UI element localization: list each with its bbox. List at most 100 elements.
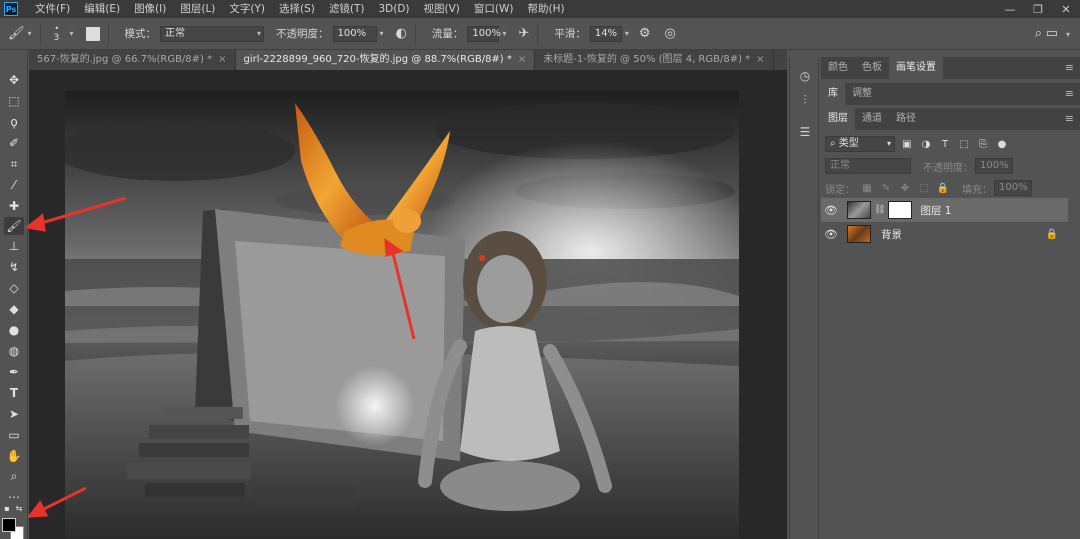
document-canvas[interactable] <box>65 91 739 539</box>
close-icon[interactable]: × <box>756 54 764 65</box>
tab-document-2[interactable]: girl-2228899_960_720-恢复的.jpg @ 88.7%(RGB… <box>235 50 536 70</box>
menu-filter[interactable]: 滤镜(T) <box>322 0 372 18</box>
menu-help[interactable]: 帮助(H) <box>521 0 572 18</box>
tab-swatches[interactable]: 色板 <box>855 57 889 79</box>
menu-select[interactable]: 选择(S) <box>272 0 322 18</box>
pen-tool-icon[interactable]: ✒ <box>4 363 24 381</box>
quick-select-tool-icon[interactable]: ✐ <box>4 134 24 152</box>
properties-panel-icon[interactable]: ☰ <box>796 123 814 141</box>
tab-paths[interactable]: 路径 <box>889 108 923 130</box>
menu-image[interactable]: 图像(I) <box>127 0 173 18</box>
zoom-tool-icon[interactable]: ⌕ <box>4 467 24 485</box>
tab-libraries[interactable]: 库 <box>821 83 845 105</box>
chevron-down-icon[interactable]: ▾ <box>1066 30 1070 39</box>
menu-layer[interactable]: 图层(L) <box>173 0 222 18</box>
foreground-color-swatch[interactable] <box>2 518 16 532</box>
lock-all-icon[interactable]: 🔒 <box>936 181 950 195</box>
brush-size-picker[interactable]: • 3 <box>49 22 67 46</box>
canvas-area[interactable] <box>29 70 787 539</box>
chevron-down-icon[interactable]: ▾ <box>502 29 506 38</box>
pressure-opacity-icon[interactable]: ◐ <box>396 26 407 41</box>
panel-menu-icon[interactable]: ≡ <box>1065 83 1074 105</box>
type-tool-icon[interactable]: T <box>4 384 24 402</box>
panel-menu-icon[interactable]: ≡ <box>1065 57 1074 79</box>
brush-tool-icon[interactable]: 🖌 <box>4 217 24 235</box>
history-brush-tool-icon[interactable]: ↯ <box>4 258 24 276</box>
paint-bucket-tool-icon[interactable]: ◆ <box>4 300 24 318</box>
layer-row-1[interactable]: 👁 ⛓ 图层 1 <box>821 198 1068 222</box>
rectangle-tool-icon[interactable]: ▭ <box>4 426 24 444</box>
menu-view[interactable]: 视图(V) <box>417 0 467 18</box>
brush-preset-icon[interactable]: 🖌 <box>8 26 25 41</box>
smoothing-field[interactable]: 14% <box>589 25 622 42</box>
dodge-tool-icon[interactable]: ◍ <box>4 342 24 360</box>
pressure-size-icon[interactable]: ◎ <box>665 26 676 41</box>
chevron-down-icon[interactable]: ▾ <box>70 29 74 38</box>
eraser-tool-icon[interactable]: ◇ <box>4 279 24 297</box>
tab-adjustments[interactable]: 调整 <box>845 83 879 105</box>
tab-color[interactable]: 颜色 <box>821 57 855 79</box>
marquee-tool-icon[interactable]: ⬚ <box>4 92 24 110</box>
menu-type[interactable]: 文字(Y) <box>222 0 272 18</box>
tab-layers[interactable]: 图层 <box>821 108 855 130</box>
move-tool-icon[interactable]: ✥ <box>4 71 24 89</box>
link-icon[interactable]: ⛓ <box>874 205 885 215</box>
close-icon[interactable]: × <box>218 54 226 65</box>
pixel-filter-icon[interactable]: ▣ <box>900 137 914 151</box>
tab-document-1[interactable]: 567-恢复的.jpg @ 66.7%(RGB/8#) * × <box>29 50 236 70</box>
chevron-down-icon[interactable]: ▾ <box>625 29 629 38</box>
restore-button[interactable]: ❐ <box>1024 0 1052 18</box>
layer-filter-select[interactable]: ⌕ 类型 ▾ <box>825 136 895 152</box>
lock-pixels-icon[interactable]: ✎ <box>879 181 893 195</box>
mode-select[interactable]: 正常 ▾ <box>160 25 265 42</box>
tab-channels[interactable]: 通道 <box>855 108 889 130</box>
crop-tool-icon[interactable]: ⌗ <box>4 155 24 173</box>
layer-row-background[interactable]: 👁 背景 🔒 <box>821 222 1068 246</box>
panel-menu-icon[interactable]: ≡ <box>1065 108 1074 130</box>
eye-icon[interactable]: 👁 <box>821 204 841 217</box>
menu-file[interactable]: 文件(F) <box>28 0 77 18</box>
gear-icon[interactable]: ⚙ <box>639 26 651 41</box>
stamp-tool-icon[interactable]: ⊥ <box>4 237 24 255</box>
tab-brush-settings[interactable]: 画笔设置 <box>889 57 943 79</box>
type-filter-icon[interactable]: T <box>938 137 952 151</box>
hand-tool-icon[interactable]: ✋ <box>4 447 24 465</box>
airbrush-icon[interactable]: ✈ <box>518 26 529 41</box>
fill-field[interactable]: 100% <box>994 180 1032 196</box>
close-icon[interactable]: × <box>518 54 526 65</box>
filter-toggle-icon[interactable]: ● <box>995 137 1009 151</box>
chevron-down-icon[interactable]: ▾ <box>380 29 384 38</box>
adjustment-filter-icon[interactable]: ◑ <box>919 137 933 151</box>
path-select-tool-icon[interactable]: ➤ <box>4 405 24 423</box>
menu-window[interactable]: 窗口(W) <box>467 0 521 18</box>
chevron-down-icon[interactable]: ▾ <box>28 29 32 38</box>
healing-brush-tool-icon[interactable]: ✚ <box>4 197 24 215</box>
swap-colors-icon[interactable]: ⇆ <box>14 503 24 513</box>
workspace-icon[interactable]: ▭ <box>1046 26 1058 41</box>
history-panel-icon[interactable]: ◷ <box>796 67 814 85</box>
lock-artboard-icon[interactable]: ⬚ <box>917 181 931 195</box>
menu-3d[interactable]: 3D(D) <box>371 0 416 18</box>
search-icon[interactable]: ⌕ <box>1035 26 1042 41</box>
lock-transparency-icon[interactable]: ▦ <box>860 181 874 195</box>
lasso-tool-icon[interactable]: ϙ <box>4 113 24 131</box>
adjustments-panel-icon[interactable]: ⫶ <box>796 91 814 109</box>
tab-document-3[interactable]: 未标题-1-恢复的 @ 50% (图层 4, RGB/8#) * × <box>535 50 774 70</box>
layer-opacity-field[interactable]: 100% <box>975 158 1013 174</box>
lock-position-icon[interactable]: ✥ <box>898 181 912 195</box>
opacity-field[interactable]: 100% <box>332 25 377 42</box>
brush-panel-icon[interactable] <box>85 26 100 41</box>
blend-mode-select[interactable]: 正常 <box>825 158 911 174</box>
opacity-value: 100% <box>337 27 367 39</box>
eye-icon[interactable]: 👁 <box>821 228 841 241</box>
flow-field[interactable]: 100% <box>467 25 501 42</box>
smart-object-filter-icon[interactable]: ⎘ <box>976 137 990 151</box>
default-colors-icon[interactable]: ▪ <box>2 503 12 513</box>
shape-filter-icon[interactable]: ⬚ <box>957 137 971 151</box>
eyedropper-tool-icon[interactable]: ⁄ <box>4 176 24 194</box>
close-button[interactable]: ✕ <box>1052 0 1080 18</box>
minimize-button[interactable]: — <box>996 0 1024 18</box>
blur-tool-icon[interactable]: ● <box>4 321 24 339</box>
menu-edit[interactable]: 编辑(E) <box>77 0 127 18</box>
layer-mask-thumbnail[interactable] <box>888 201 913 219</box>
